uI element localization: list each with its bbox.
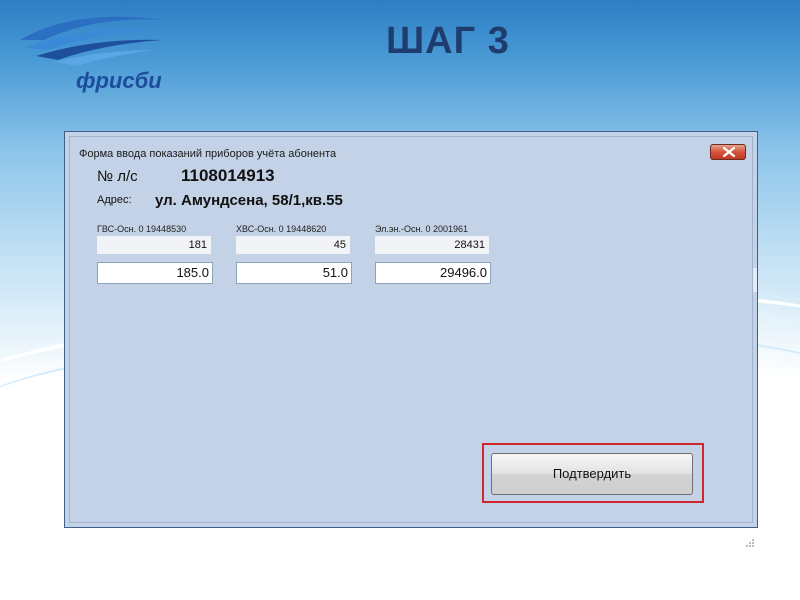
window-title: Форма ввода показаний приборов учёта або… — [79, 148, 337, 160]
close-icon — [723, 147, 735, 157]
resize-grip-icon[interactable] — [745, 538, 755, 548]
address-label: Адрес: — [97, 194, 132, 206]
form-client-area: № л/с 1108014913 Адрес: ул. Амундсена, 5… — [73, 164, 757, 547]
previous-reading-electricity: 28431 — [375, 236, 489, 254]
meter-form-window: Форма ввода показаний приборов учёта або… — [64, 131, 758, 547]
meter-label-electricity: Эл.эн.-Осн. 0 2001961 — [375, 224, 468, 234]
logo-text: фрисби — [76, 68, 162, 93]
close-button[interactable] — [710, 144, 746, 160]
current-reading-electricity-input[interactable]: 29496.0 — [375, 262, 491, 284]
frisbee-logo-icon — [20, 16, 164, 66]
slide-title: ШАГ 3 — [386, 20, 510, 62]
account-label: № л/с — [97, 168, 138, 185]
current-reading-cold-water-input[interactable]: 51.0 — [236, 262, 352, 284]
previous-reading-cold-water: 45 — [236, 236, 350, 254]
frisbee-logo: фрисби — [14, 10, 174, 95]
meter-label-hot-water: ГВС-Осн. 0 19448530 — [97, 224, 187, 234]
confirm-button[interactable]: Подтвердить — [491, 453, 693, 495]
meter-label-cold-water: ХВС-Осн. 0 19448620 — [236, 224, 327, 234]
scrollbar[interactable] — [753, 268, 757, 292]
previous-reading-hot-water: 181 — [97, 236, 211, 254]
account-number: 1108014913 — [181, 166, 275, 185]
current-reading-hot-water-input[interactable]: 185.0 — [97, 262, 213, 284]
address-value: ул. Амундсена, 58/1,кв.55 — [155, 192, 343, 209]
